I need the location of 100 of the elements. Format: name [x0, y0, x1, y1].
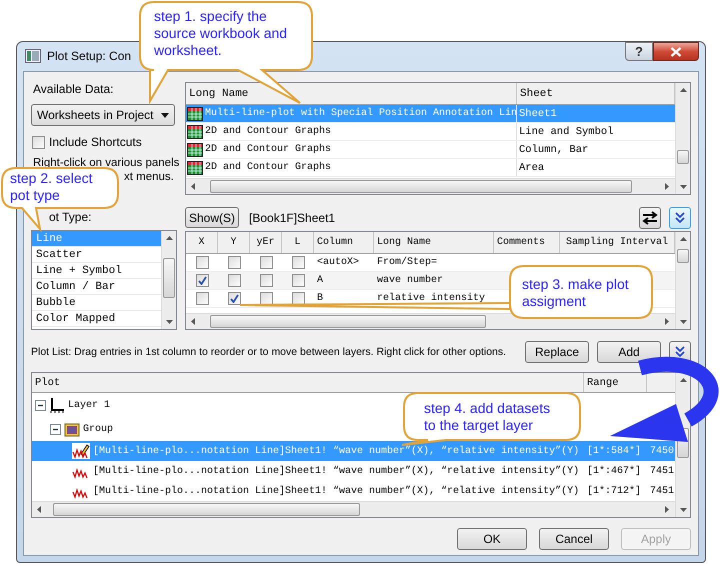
collapse-icon[interactable]: [50, 424, 61, 434]
close-button[interactable]: [653, 42, 699, 61]
table-cell-text: wave number: [376, 274, 444, 288]
swap-button[interactable]: [639, 206, 661, 229]
collapse-icon[interactable]: [35, 400, 46, 410]
table-cell-text: [1*:584*]: [586, 444, 642, 458]
column-header[interactable]: X: [186, 232, 218, 254]
callout-text: step 3. make plot assigment: [522, 276, 630, 310]
field-label: Available Data:: [32, 82, 114, 96]
tree-label: Layer 1: [68, 398, 110, 412]
callout-text: step 1. specify the source workbook and worksheet.: [154, 8, 288, 59]
tree-label: Group: [83, 422, 114, 436]
table-cell-text: Column, Bar: [518, 143, 590, 158]
checkbox[interactable]: [228, 292, 240, 306]
add-button[interactable]: Add: [597, 341, 661, 363]
plot-list-hint: Plot List: Drag entries in 1st column to reorder or to move between layers. Right click for other options.: [31, 346, 508, 358]
list-item[interactable]: Line + Symbol: [32, 263, 161, 279]
scroll-thumb[interactable]: [163, 258, 175, 298]
help-button[interactable]: ?: [625, 42, 653, 61]
checkbox[interactable]: [196, 292, 208, 306]
callout-text: step 4. add datasets to the target layer: [424, 400, 552, 434]
checkbox[interactable]: [292, 292, 304, 306]
scroll-left-icon[interactable]: [189, 317, 198, 326]
line-plot-pencil-icon: [72, 443, 90, 459]
vertical-scrollbar[interactable]: [675, 232, 690, 329]
column-header[interactable]: Range: [584, 373, 647, 392]
close-icon: [670, 46, 682, 56]
scroll-down-icon[interactable]: [164, 317, 174, 326]
checkbox[interactable]: [32, 136, 45, 148]
scroll-down-icon[interactable]: [678, 317, 688, 326]
table-cell-text: 7451: [649, 484, 674, 498]
dialog-button[interactable]: Cancel: [539, 528, 609, 550]
vertical-scrollbar[interactable]: [161, 231, 176, 329]
checkbox[interactable]: [228, 256, 240, 270]
table-cell-text: [1*:712*]: [586, 484, 642, 498]
column-header[interactable]: Long Name: [374, 232, 494, 254]
table-cell-text: From/Step=: [376, 256, 438, 270]
checkbox[interactable]: [260, 292, 272, 306]
table-cell-text: 7451: [649, 464, 674, 478]
horizontal-scrollbar[interactable]: [186, 178, 675, 194]
worksheet-icon: [187, 160, 203, 174]
axis-icon: [49, 397, 65, 413]
scroll-left-icon[interactable]: [189, 182, 198, 192]
check-icon: [230, 294, 238, 304]
list-item[interactable]: Bubble: [32, 295, 161, 311]
data-source-dropdown[interactable]: Worksheets in Project: [31, 104, 175, 126]
checkbox[interactable]: [196, 256, 208, 270]
list-item[interactable]: Column / Bar: [32, 279, 161, 295]
hint-text: xt menus.: [124, 170, 174, 184]
field-label: ot Type:: [48, 210, 92, 224]
checkbox[interactable]: [260, 256, 272, 270]
column-header[interactable]: Y: [218, 232, 250, 254]
scroll-down-icon[interactable]: [678, 505, 688, 514]
scroll-thumb[interactable]: [210, 180, 632, 194]
horizontal-scrollbar[interactable]: [186, 313, 675, 329]
table-cell-text: 2D and Contour Graphs: [205, 124, 332, 138]
scroll-thumb[interactable]: [210, 315, 486, 328]
table-cell-text: A: [316, 274, 324, 288]
worksheet-row[interactable]: 2D and Contour Graphs Line and Symbol: [186, 123, 675, 141]
worksheet-icon: [187, 142, 203, 156]
scroll-thumb[interactable]: [677, 150, 689, 164]
table-cell-text: Line and Symbol: [518, 125, 615, 140]
tree-label: [Multi-line-plo...notation Line]Sheet1! “wave number”(X), “relative intensity”(Y): [93, 484, 580, 498]
list-item[interactable]: Color Mapped: [32, 311, 161, 327]
double-chevron-icon: [675, 346, 685, 358]
swap-arrows-icon: [642, 210, 658, 225]
checkbox[interactable]: [228, 274, 240, 288]
scroll-thumb[interactable]: [677, 249, 689, 264]
show-button[interactable]: Show(S): [185, 207, 240, 228]
dialog-button[interactable]: OK: [457, 528, 527, 550]
table-cell-text: relative intensity: [376, 292, 486, 306]
checkbox[interactable]: [292, 256, 304, 270]
replace-button[interactable]: Replace: [525, 341, 589, 363]
horizontal-scrollbar[interactable]: [32, 501, 675, 517]
column-header[interactable]: Comments: [494, 232, 560, 254]
double-chevron-icon: [675, 212, 685, 224]
checkbox[interactable]: [196, 274, 208, 288]
check-icon: [198, 276, 206, 286]
window-title: Plot Setup: Con: [47, 48, 132, 65]
column-header[interactable]: Column: [314, 232, 374, 254]
table-cell-text: Area: [518, 161, 546, 176]
column-header[interactable]: yEr: [250, 232, 282, 254]
checkbox[interactable]: [260, 274, 272, 288]
scroll-down-icon[interactable]: [678, 182, 688, 192]
callout-text: step 2. select pot type: [10, 170, 94, 204]
worksheet-row[interactable]: 2D and Contour Graphs Column, Bar: [186, 141, 675, 159]
worksheet-row[interactable]: 2D and Contour Graphs Area: [186, 159, 675, 177]
worksheet-icon: [187, 124, 203, 138]
column-header[interactable]: L: [282, 232, 314, 254]
scroll-up-icon[interactable]: [678, 376, 688, 385]
scroll-up-icon[interactable]: [678, 86, 688, 95]
checkbox[interactable]: [292, 274, 304, 288]
expand-button[interactable]: [669, 206, 691, 229]
scroll-thumb[interactable]: [53, 503, 360, 516]
scroll-up-icon[interactable]: [164, 234, 174, 243]
list-item[interactable]: Scatter: [32, 247, 161, 263]
table-cell-text: B: [316, 292, 324, 306]
scroll-left-icon[interactable]: [35, 505, 44, 514]
vertical-scrollbar[interactable]: [675, 83, 690, 194]
table-cell-text: Sheet1: [518, 107, 558, 122]
